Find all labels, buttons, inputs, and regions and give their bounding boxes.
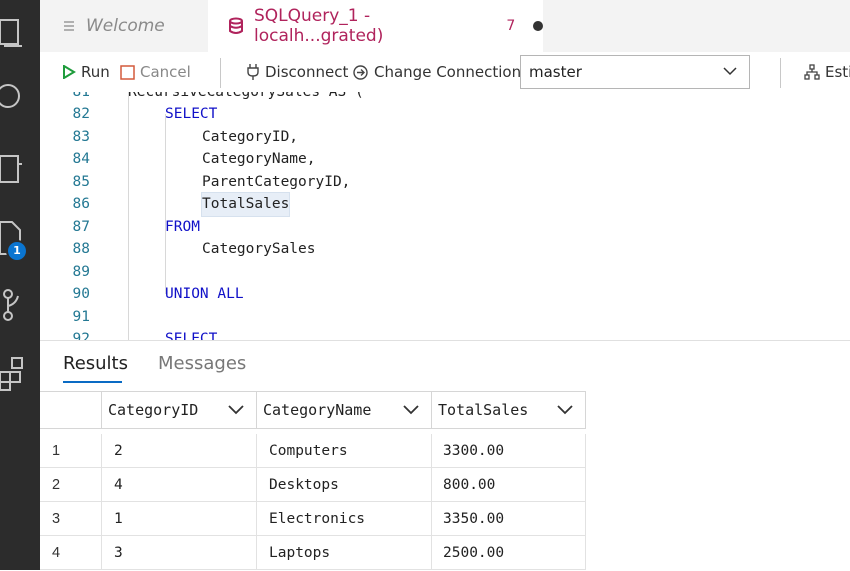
tab-welcome-label: Welcome [86,16,165,36]
cell-totalsales[interactable]: 3300.00 [432,434,586,468]
results-panel: Results Messages CategoryID CategoryName… [40,340,850,571]
database-select[interactable]: master [520,55,750,89]
indent-guide [165,114,166,294]
cell-totalsales[interactable]: 800.00 [432,468,586,502]
chevron-down-icon [557,405,573,415]
source-control-icon[interactable] [0,286,40,326]
stop-icon [120,64,135,80]
explorer-icon[interactable] [0,14,40,54]
cell-categoryid[interactable]: 1 [102,502,257,536]
column-header-totalsales[interactable]: TotalSales [431,391,586,429]
column-header-categoryid[interactable]: CategoryID [101,391,257,429]
unsaved-dot-icon[interactable] [533,21,543,31]
plug-icon [247,64,259,80]
cell-categoryid[interactable]: 2 [102,434,257,468]
tab-sqlquery[interactable]: SQLQuery_1 - localh...grated) 7 [208,0,543,52]
cell-totalsales[interactable]: 3350.00 [432,502,586,536]
chevron-down-icon [723,67,737,76]
cell-categoryname[interactable]: Laptops [257,536,432,570]
tab-messages[interactable]: Messages [158,353,246,374]
notification-badge: 1 [6,240,28,262]
cell-categoryid[interactable]: 4 [102,468,257,502]
cell-categoryname[interactable]: Electronics [257,502,432,536]
row-number-header [40,391,102,429]
query-toolbar: Run Cancel Disconnect Change Connection … [40,52,850,92]
disconnect-button[interactable]: Disconnect [246,52,348,92]
cell-categoryname[interactable]: Desktops [257,468,432,502]
problem-count: 7 [506,18,516,34]
plan-tree-icon [804,64,820,80]
toolbar-divider [220,58,221,88]
cell-totalsales[interactable]: 2500.00 [432,536,586,570]
run-label: Run [81,63,110,81]
notebooks-icon[interactable] [0,150,40,190]
toolbar-divider [780,58,781,88]
sql-editor[interactable]: 81 RecursiveCategorySales AS ( 82 SELECT 8… [40,92,850,340]
active-tab-indicator [63,381,122,383]
database-icon [228,17,244,35]
activity-bar: 1 [0,0,40,570]
column-header-categoryname[interactable]: CategoryName [256,391,432,429]
tab-welcome[interactable]: Welcome [40,0,208,52]
indent-guide [128,92,129,340]
editor-tab-bar: Welcome SQLQuery_1 - localh...grated) 7 [40,0,850,52]
play-icon [63,65,76,79]
tab-results[interactable]: Results [63,353,128,374]
search-icon[interactable] [0,78,40,118]
cell-categoryname[interactable]: Computers [257,434,432,468]
cell-categoryid[interactable]: 3 [102,536,257,570]
tab-sqlquery-label: SQLQuery_1 - localh...grated) [254,6,384,46]
chevron-down-icon [403,405,419,415]
change-connection-button[interactable]: Change Connection [352,52,521,92]
change-connection-label: Change Connection [374,63,522,81]
disconnect-label: Disconnect [265,63,349,81]
cancel-label: Cancel [140,63,191,81]
chevron-down-icon [228,405,244,415]
database-select-value: master [529,63,582,81]
cancel-button[interactable]: Cancel [120,52,191,92]
estimated-plan-label: Esti [825,63,850,81]
extensions-icon[interactable] [0,354,40,394]
menu-lines-icon [62,19,76,33]
estimated-plan-button[interactable]: Esti [804,52,850,92]
run-button[interactable]: Run [62,52,110,92]
refresh-connection-icon [353,64,368,80]
